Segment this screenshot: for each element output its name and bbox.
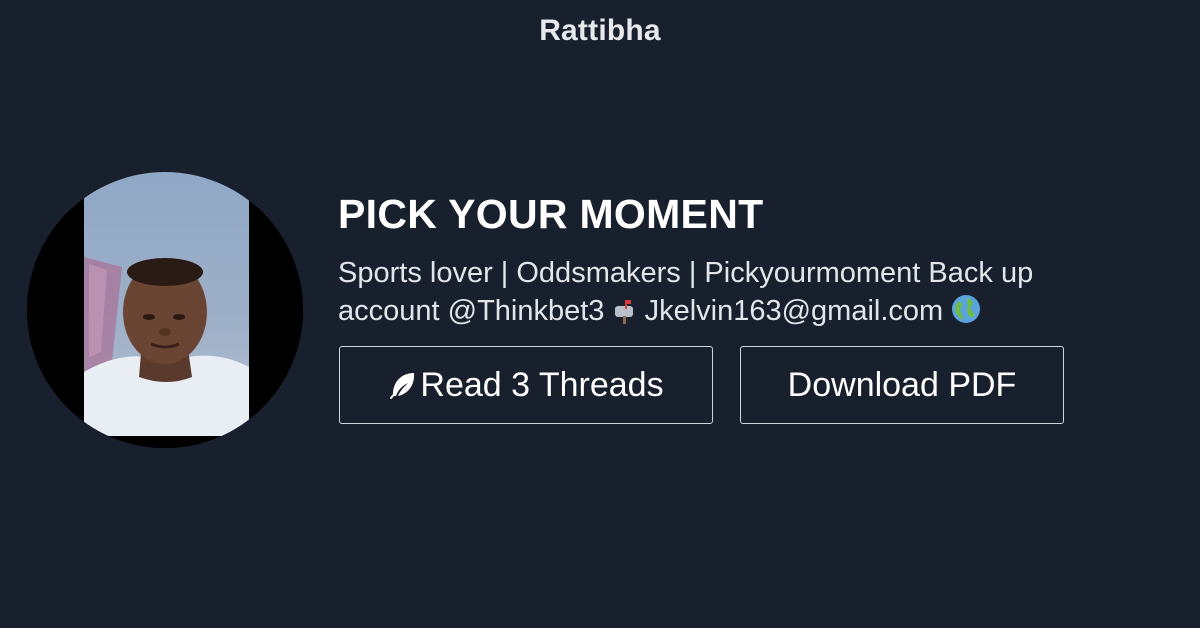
site-brand[interactable]: Rattibha bbox=[0, 14, 1200, 48]
mailbox-icon bbox=[613, 296, 637, 334]
profile-name: PICK YOUR MOMENT bbox=[338, 191, 764, 237]
download-pdf-label: Download PDF bbox=[787, 365, 1017, 404]
contact-email: Jkelvin163@gmail.com bbox=[644, 295, 944, 327]
bio-line-1: Sports lover | Oddsmakers | Pickyourmome… bbox=[338, 257, 1034, 289]
profile-info: PICK YOUR MOMENT Sports lover | Oddsmake… bbox=[338, 190, 1158, 334]
read-threads-button[interactable]: Read 3 Threads bbox=[339, 346, 713, 424]
bio-line-2-prefix: account @Thinkbet3 bbox=[338, 295, 605, 327]
profile-bio: Sports lover | Oddsmakers | Pickyourmome… bbox=[338, 254, 1128, 334]
read-threads-label: Read 3 Threads bbox=[420, 365, 664, 404]
action-buttons: Read 3 Threads Download PDF bbox=[339, 346, 1064, 424]
download-pdf-button[interactable]: Download PDF bbox=[740, 346, 1064, 424]
feather-icon bbox=[388, 370, 418, 400]
globe-icon bbox=[951, 294, 981, 334]
avatar bbox=[27, 172, 303, 448]
avatar-photo bbox=[27, 172, 303, 448]
